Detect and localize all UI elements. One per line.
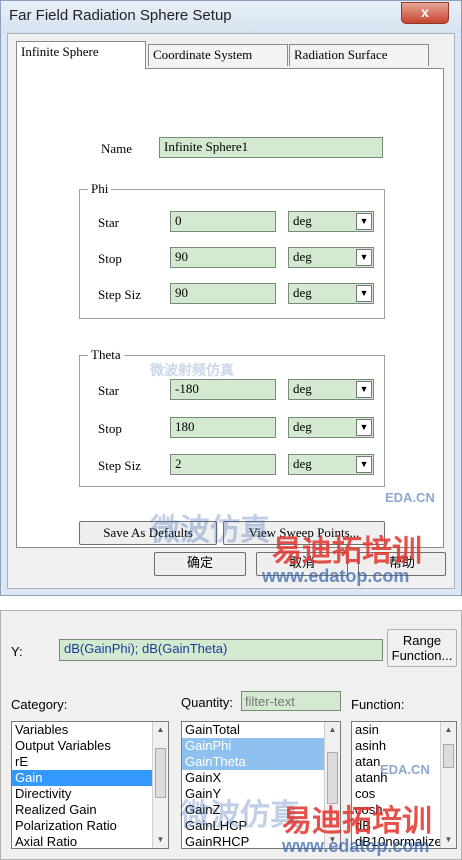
- list-item[interactable]: Axial Ratio: [12, 834, 168, 848]
- phi-stop-field[interactable]: 90: [170, 247, 276, 268]
- scroll-up-icon[interactable]: ▲: [325, 722, 340, 738]
- quantity-label: Quantity:: [181, 695, 234, 710]
- theta-stop-label: Stop: [98, 421, 122, 436]
- phi-legend: Phi: [88, 181, 112, 197]
- function-scrollbar[interactable]: ▲ ▼: [440, 722, 456, 848]
- phi-stop-label: Stop: [98, 251, 122, 266]
- quantity-list[interactable]: GainTotal GainPhi GainTheta GainX GainY …: [181, 721, 341, 849]
- chevron-down-icon[interactable]: ▼: [356, 419, 372, 436]
- title-bar[interactable]: Far Field Radiation Sphere Setup x: [1, 1, 461, 33]
- scroll-down-icon[interactable]: ▼: [153, 832, 168, 848]
- view-sweep-points-button[interactable]: View Sweep Points...: [223, 521, 385, 545]
- range-function-button[interactable]: Range Function...: [387, 629, 457, 667]
- list-item[interactable]: Output Variables: [12, 738, 168, 754]
- phi-step-unit-select[interactable]: deg ▼: [288, 283, 374, 304]
- tab-radiation-surface[interactable]: Radiation Surface: [289, 44, 429, 66]
- chevron-down-icon[interactable]: ▼: [356, 285, 372, 302]
- phi-start-unit-value: deg: [293, 213, 312, 228]
- phi-step-label: Step Siz: [98, 287, 141, 302]
- theta-start-label: Star: [98, 383, 119, 398]
- list-item[interactable]: GainZ: [182, 802, 340, 818]
- far-field-setup-dialog: Far Field Radiation Sphere Setup x Infin…: [0, 0, 462, 596]
- quantity-scrollbar[interactable]: ▲ ▼: [324, 722, 340, 848]
- help-button[interactable]: 帮助: [358, 552, 446, 576]
- save-as-defaults-button[interactable]: Save As Defaults: [79, 521, 217, 545]
- category-list[interactable]: Variables Output Variables rE Gain Direc…: [11, 721, 169, 849]
- theta-start-unit-value: deg: [293, 381, 312, 396]
- list-item[interactable]: GainRHCP: [182, 834, 340, 848]
- list-item-selected[interactable]: GainTheta: [182, 754, 340, 770]
- theta-start-field[interactable]: -180: [170, 379, 276, 400]
- list-item[interactable]: Realized Gain: [12, 802, 168, 818]
- list-item[interactable]: Polarization Ratio: [12, 818, 168, 834]
- phi-step-field[interactable]: 90: [170, 283, 276, 304]
- dialog-body: Infinite Sphere Coordinate System Radiat…: [7, 33, 455, 589]
- list-item[interactable]: GainLHCP: [182, 818, 340, 834]
- chevron-down-icon[interactable]: ▼: [356, 381, 372, 398]
- cancel-button[interactable]: 取消: [256, 552, 348, 576]
- theta-stop-field[interactable]: 180: [170, 417, 276, 438]
- theta-step-unit-select[interactable]: deg ▼: [288, 454, 374, 475]
- tab-coordinate-system[interactable]: Coordinate System: [148, 44, 288, 66]
- scroll-down-icon[interactable]: ▼: [441, 832, 456, 848]
- scroll-up-icon[interactable]: ▲: [441, 722, 456, 738]
- list-item[interactable]: GainX: [182, 770, 340, 786]
- list-item-selected[interactable]: GainPhi: [182, 738, 340, 754]
- phi-start-label: Star: [98, 215, 119, 230]
- dialog-title: Far Field Radiation Sphere Setup: [9, 7, 232, 24]
- phi-start-unit-select[interactable]: deg ▼: [288, 211, 374, 232]
- y-expression-field[interactable]: dB(GainPhi); dB(GainTheta): [59, 639, 383, 661]
- scroll-down-icon[interactable]: ▼: [325, 832, 340, 848]
- scroll-up-icon[interactable]: ▲: [153, 722, 168, 738]
- theta-stop-unit-value: deg: [293, 419, 312, 434]
- theta-start-unit-select[interactable]: deg ▼: [288, 379, 374, 400]
- phi-start-field[interactable]: 0: [170, 211, 276, 232]
- phi-group: Phi Star 0 deg ▼ Stop 90 deg ▼ Step Siz …: [79, 181, 385, 319]
- y-label: Y:: [11, 644, 23, 659]
- phi-stop-unit-select[interactable]: deg ▼: [288, 247, 374, 268]
- function-label: Function:: [351, 697, 405, 712]
- theta-step-field[interactable]: 2: [170, 454, 276, 475]
- theta-step-unit-value: deg: [293, 456, 312, 471]
- name-label: Name: [101, 141, 133, 156]
- phi-stop-unit-value: deg: [293, 249, 312, 264]
- theta-step-label: Step Siz: [98, 458, 141, 473]
- function-list[interactable]: asin asinh atan atanh cos cosh dB dB10no…: [351, 721, 457, 849]
- infinite-sphere-panel: Name Infinite Sphere1 Phi Star 0 deg ▼ S…: [16, 68, 444, 548]
- phi-step-unit-value: deg: [293, 285, 312, 300]
- close-button[interactable]: x: [401, 2, 449, 24]
- category-scrollbar[interactable]: ▲ ▼: [152, 722, 168, 848]
- theta-stop-unit-select[interactable]: deg ▼: [288, 417, 374, 438]
- ok-button[interactable]: 确定: [154, 552, 246, 576]
- category-label: Category:: [11, 697, 68, 712]
- chevron-down-icon[interactable]: ▼: [356, 249, 372, 266]
- chevron-down-icon[interactable]: ▼: [356, 213, 372, 230]
- report-trace-panel: Y: dB(GainPhi); dB(GainTheta) Range Func…: [0, 610, 462, 860]
- list-item[interactable]: GainY: [182, 786, 340, 802]
- list-item[interactable]: rE: [12, 754, 168, 770]
- tab-infinite-sphere[interactable]: Infinite Sphere: [16, 41, 146, 69]
- scroll-thumb[interactable]: [155, 748, 166, 798]
- scroll-thumb[interactable]: [443, 744, 454, 768]
- chevron-down-icon[interactable]: ▼: [356, 456, 372, 473]
- name-field[interactable]: Infinite Sphere1: [159, 137, 383, 158]
- list-item-selected[interactable]: Gain: [12, 770, 168, 786]
- list-item[interactable]: Variables: [12, 722, 168, 738]
- quantity-filter-input[interactable]: [241, 691, 341, 711]
- theta-group: Theta Star -180 deg ▼ Stop 180 deg ▼ Ste…: [79, 347, 385, 487]
- list-item[interactable]: Directivity: [12, 786, 168, 802]
- theta-legend: Theta: [88, 347, 124, 363]
- scroll-thumb[interactable]: [327, 752, 338, 804]
- list-item[interactable]: GainTotal: [182, 722, 340, 738]
